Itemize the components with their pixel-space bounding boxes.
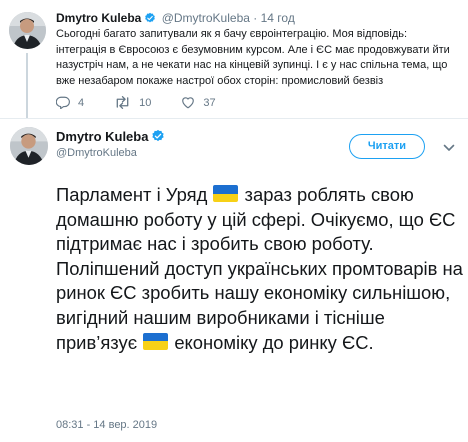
- follow-button[interactable]: Читати: [349, 134, 425, 159]
- heart-icon: [182, 97, 195, 109]
- like-button[interactable]: 37: [181, 96, 216, 109]
- author-name-text: Dmytro Kuleba: [56, 129, 149, 144]
- tweet-text-part: Парламент і Уряд: [56, 184, 213, 205]
- retweet-icon: [116, 96, 129, 109]
- parent-tweet-header: Dmytro Kuleba @DmytroKuleba · 14 год: [56, 11, 295, 28]
- reply-button[interactable]: 4: [56, 96, 84, 109]
- like-count: 37: [203, 96, 216, 109]
- author-name[interactable]: Dmytro Kuleba: [56, 11, 141, 25]
- thread-line: [26, 53, 28, 118]
- separator: ·: [253, 11, 258, 25]
- tweet-actions: 4 10 37: [56, 96, 246, 109]
- retweet-count: 10: [139, 96, 152, 109]
- tweet-time[interactable]: 14 год: [261, 11, 295, 25]
- author-handle[interactable]: @DmytroKuleba: [56, 146, 137, 160]
- verified-badge-icon: [151, 129, 165, 147]
- author-handle[interactable]: @DmytroKuleba: [162, 11, 250, 25]
- reply-icon: [56, 96, 70, 109]
- tweet-text-part: зараз роблять свою домашню роботу у цій …: [56, 184, 463, 353]
- tweet-text-part: економіку до ринку ЄС.: [169, 331, 374, 353]
- avatar[interactable]: [10, 127, 48, 165]
- parent-tweet-text: Сьогодні багато запитували як я бачу євр…: [56, 28, 450, 87]
- author-name[interactable]: Dmytro Kuleba: [56, 129, 167, 147]
- retweet-button[interactable]: 10: [114, 96, 151, 109]
- verified-badge-icon: [144, 12, 156, 28]
- chevron-down-icon[interactable]: [443, 139, 455, 157]
- tweet-timestamp[interactable]: 08:31 - 14 вер. 2019: [56, 419, 157, 431]
- avatar[interactable]: [9, 12, 46, 49]
- ukraine-flag-icon: [213, 185, 239, 202]
- divider: [0, 118, 468, 119]
- tweet-text: Парламент і Уряд зараз роблять свою дома…: [56, 183, 464, 355]
- parent-tweet[interactable]: Dmytro Kuleba @DmytroKuleba · 14 год Сьо…: [0, 0, 468, 118]
- ukraine-flag-icon: [143, 332, 169, 350]
- reply-count: 4: [78, 96, 85, 109]
